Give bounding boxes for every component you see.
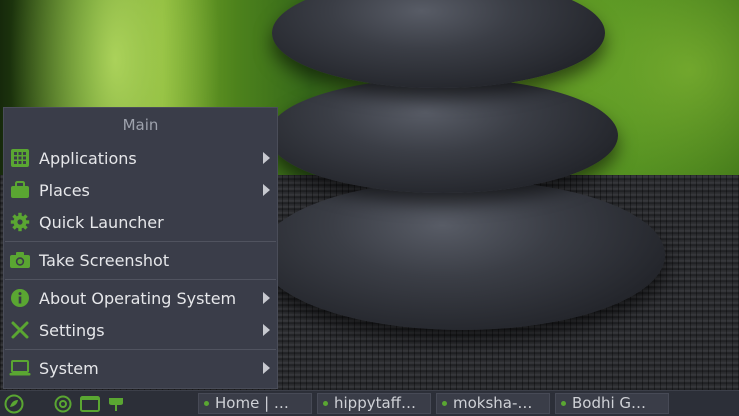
tools-icon (9, 319, 31, 341)
task-indicator-icon (323, 401, 328, 406)
menu-item-label: Quick Launcher (39, 212, 164, 232)
menu-title: Main (122, 116, 159, 134)
menu-item-places[interactable]: Places (4, 174, 277, 206)
taskbar: Home | … hippytaff… moksha-… Bodhi G… (0, 390, 739, 416)
task-indicator-icon (561, 401, 566, 406)
menu-item-label: About Operating System (39, 288, 237, 308)
taskbar-task-moksha[interactable]: moksha-… (436, 393, 550, 414)
info-icon (9, 287, 31, 309)
menu-item-label: Settings (39, 320, 105, 340)
menu-item-label: Take Screenshot (39, 250, 170, 270)
menu-item-about-os[interactable]: About Operating System (4, 282, 277, 314)
menu-separator (5, 279, 276, 280)
task-indicator-icon (204, 401, 209, 406)
camera-icon (9, 249, 31, 271)
folder-bag-icon (9, 179, 31, 201)
menu-item-quick-launcher[interactable]: Quick Launcher (4, 206, 277, 238)
menu-item-system[interactable]: System (4, 352, 277, 384)
laptop-icon (9, 357, 31, 379)
plant-icon[interactable] (106, 394, 126, 414)
wallpaper-stone-bottom (260, 180, 665, 330)
terminal-icon[interactable] (80, 394, 100, 414)
task-label: moksha-… (453, 394, 533, 412)
bodhi-menu-icon[interactable] (4, 394, 24, 414)
main-menu: Main Applications Places Quick Launcher … (3, 107, 278, 389)
task-label: Bodhi G… (572, 394, 647, 412)
browser-icon[interactable] (53, 394, 73, 414)
menu-separator (5, 241, 276, 242)
taskbar-task-bodhi[interactable]: Bodhi G… (555, 393, 669, 414)
task-indicator-icon (442, 401, 447, 406)
menu-item-label: Places (39, 180, 90, 200)
menu-separator (5, 349, 276, 350)
applications-grid-icon (9, 147, 31, 169)
menu-item-label: System (39, 358, 99, 378)
submenu-arrow-icon (263, 292, 270, 304)
gear-icon (9, 211, 31, 233)
taskbar-task-hippytaff[interactable]: hippytaff… (317, 393, 431, 414)
submenu-arrow-icon (263, 362, 270, 374)
menu-item-take-screenshot[interactable]: Take Screenshot (4, 244, 277, 276)
wallpaper-stone-middle (268, 78, 618, 193)
task-label: hippytaff… (334, 394, 417, 412)
menu-item-applications[interactable]: Applications (4, 142, 277, 174)
wallpaper-stone-top (272, 0, 605, 88)
submenu-arrow-icon (263, 324, 270, 336)
taskbar-task-home[interactable]: Home | … (198, 393, 312, 414)
menu-item-label: Applications (39, 148, 137, 168)
menu-item-settings[interactable]: Settings (4, 314, 277, 346)
submenu-arrow-icon (263, 184, 270, 196)
submenu-arrow-icon (263, 152, 270, 164)
task-label: Home | … (215, 394, 289, 412)
